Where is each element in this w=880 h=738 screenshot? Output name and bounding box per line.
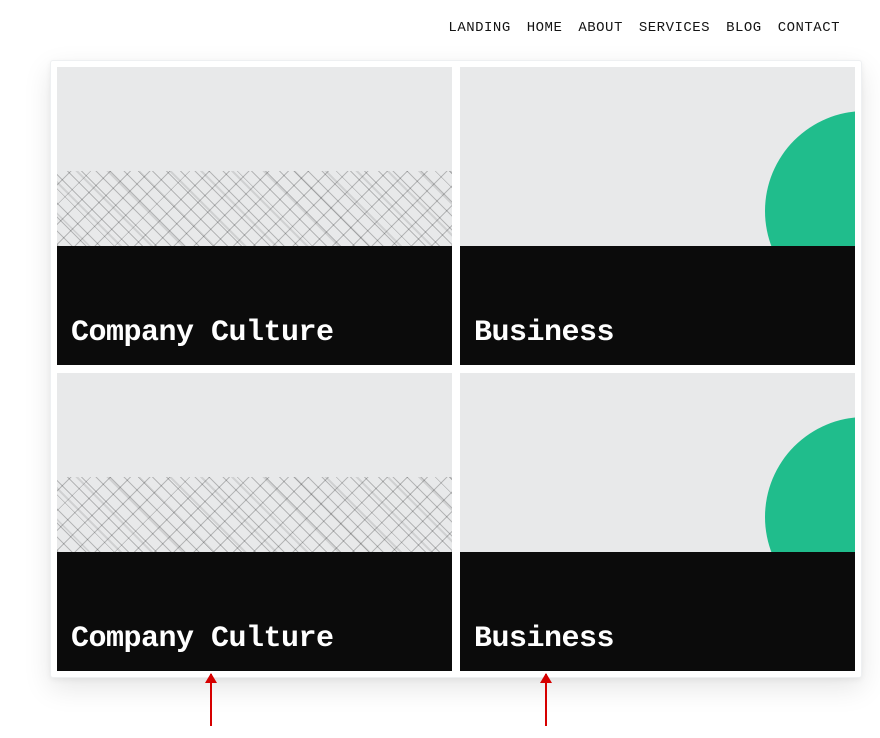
card-business[interactable]: Business — [460, 373, 855, 671]
nav-link-landing[interactable]: LANDING — [448, 20, 510, 36]
nav-link-contact[interactable]: CONTACT — [778, 20, 840, 36]
pattern-hatch-icon — [57, 477, 452, 552]
top-nav: LANDING HOME ABOUT SERVICES BLOG CONTACT — [0, 20, 840, 36]
card-footer: Company Culture — [57, 246, 452, 365]
nav-link-services[interactable]: SERVICES — [639, 20, 710, 36]
annotation-arrow-icon — [210, 674, 212, 726]
card-company-culture[interactable]: Company Culture — [57, 67, 452, 365]
page-root: LANDING HOME ABOUT SERVICES BLOG CONTACT… — [0, 0, 880, 738]
card-title: Company Culture — [71, 624, 334, 656]
card-footer: Company Culture — [57, 552, 452, 671]
nav-link-home[interactable]: HOME — [527, 20, 563, 36]
card-company-culture[interactable]: Company Culture — [57, 373, 452, 671]
card-grid: Company Culture Business Company Culture… — [50, 60, 862, 678]
card-title: Company Culture — [71, 318, 334, 350]
nav-link-about[interactable]: ABOUT — [578, 20, 623, 36]
card-footer: Business — [460, 552, 855, 671]
nav-link-blog[interactable]: BLOG — [726, 20, 762, 36]
card-business[interactable]: Business — [460, 67, 855, 365]
card-footer: Business — [460, 246, 855, 365]
card-title: Business — [474, 624, 614, 656]
annotation-arrow-icon — [545, 674, 547, 726]
pattern-hatch-icon — [57, 171, 452, 246]
card-title: Business — [474, 318, 614, 350]
